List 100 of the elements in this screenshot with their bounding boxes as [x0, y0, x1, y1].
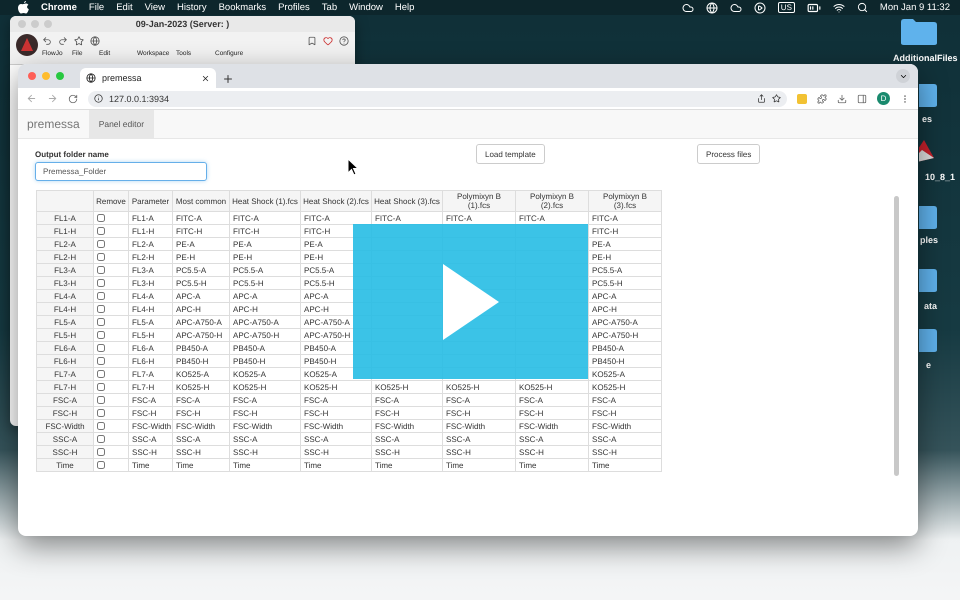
table-cell[interactable]: FSC-Width [372, 420, 442, 432]
remove-checkbox[interactable] [97, 422, 105, 430]
cloud-icon[interactable] [682, 2, 694, 14]
table-cell[interactable]: FITC-H [588, 224, 662, 238]
table-cell[interactable]: PC5.5-A [588, 264, 662, 276]
table-cell[interactable]: FSC-H [516, 406, 588, 420]
remove-checkbox[interactable] [97, 357, 105, 365]
table-cell[interactable]: Time [588, 458, 662, 472]
play-icon[interactable] [754, 2, 766, 14]
table-cell[interactable]: FSC-H [372, 406, 442, 420]
menu-item[interactable]: File [88, 2, 104, 13]
table-cell[interactable]: PE-H [588, 250, 662, 264]
table-cell[interactable]: KO525-A [172, 368, 230, 380]
table-cell[interactable]: FSC-Width [442, 420, 516, 432]
input-source-badge[interactable]: US [778, 2, 795, 13]
table-cell[interactable]: SSC-A [516, 432, 588, 446]
help-icon[interactable] [339, 36, 349, 46]
globe-icon[interactable] [90, 36, 100, 46]
table-cell[interactable]: FSC-Width [516, 420, 588, 432]
table-cell[interactable]: PB450-A [230, 342, 300, 354]
search-icon[interactable] [856, 2, 868, 13]
remove-checkbox[interactable] [97, 279, 105, 287]
table-cell[interactable]: KO525-H [516, 380, 588, 394]
table-cell[interactable]: PC5.5-H [172, 276, 230, 290]
menu-item[interactable]: Profiles [278, 2, 310, 13]
folder-icon[interactable] [900, 18, 938, 46]
table-cell[interactable]: PE-H [230, 250, 300, 264]
remove-checkbox[interactable] [97, 331, 105, 339]
folder-name-field[interactable]: Premessa_Folder [35, 162, 207, 181]
table-cell[interactable]: FSC-A [172, 394, 230, 406]
clock[interactable]: Mon Jan 9 11:32 [880, 2, 950, 13]
undo-icon[interactable] [42, 36, 52, 46]
table-cell[interactable]: KO525-H [442, 380, 516, 394]
table-cell[interactable]: FSC-Width [230, 420, 300, 432]
menu-item[interactable]: Help [394, 2, 414, 13]
table-cell[interactable]: KO525-H [172, 380, 230, 394]
profile-avatar[interactable]: D [877, 92, 890, 105]
table-cell[interactable]: SSC-A [172, 432, 230, 446]
remove-checkbox[interactable] [97, 227, 105, 235]
table-cell[interactable]: PC5.5-A [172, 264, 230, 276]
menu-item[interactable]: Window [349, 2, 383, 13]
table-cell[interactable]: Time [230, 458, 300, 472]
cloud-icon[interactable] [730, 2, 742, 14]
table-cell[interactable]: FSC-H [588, 406, 662, 420]
remove-checkbox[interactable] [97, 253, 105, 261]
star-icon[interactable] [74, 36, 84, 46]
table-cell[interactable]: FITC-A [230, 212, 300, 224]
table-cell[interactable]: SSC-H [172, 446, 230, 458]
table-cell[interactable]: APC-A750-A [172, 316, 230, 328]
table-cell[interactable]: APC-A750-A [230, 316, 300, 328]
share-icon[interactable] [757, 94, 766, 103]
side-panel-icon[interactable] [857, 94, 867, 104]
table-cell[interactable]: Time [172, 458, 230, 472]
browser-tab[interactable]: premessa [80, 68, 216, 88]
menu-item[interactable]: View [144, 2, 166, 13]
table-cell[interactable]: PC5.5-H [588, 276, 662, 290]
table-cell[interactable]: Time [442, 458, 516, 472]
menu-item[interactable]: Bookmarks [218, 2, 266, 13]
table-cell[interactable]: SSC-A [230, 432, 300, 446]
table-cell[interactable]: FSC-H [300, 406, 372, 420]
table-cell[interactable]: PB450-H [588, 354, 662, 368]
close-icon[interactable] [201, 74, 210, 82]
remove-checkbox[interactable] [97, 318, 105, 326]
table-cell[interactable]: Time [300, 458, 372, 472]
remove-checkbox[interactable] [97, 448, 105, 456]
table-cell[interactable]: FSC-A [230, 394, 300, 406]
table-cell[interactable]: PB450-A [172, 342, 230, 354]
remove-checkbox[interactable] [97, 292, 105, 300]
table-cell[interactable]: SSC-A [588, 432, 662, 446]
remove-checkbox[interactable] [97, 214, 105, 222]
table-cell[interactable]: FSC-H [442, 406, 516, 420]
tab-search-button[interactable] [896, 69, 910, 83]
reload-icon[interactable] [68, 94, 78, 104]
table-cell[interactable]: PC5.5-H [230, 276, 300, 290]
table-cell[interactable]: KO525-H [588, 380, 662, 394]
table-cell[interactable]: FSC-A [588, 394, 662, 406]
remove-checkbox[interactable] [97, 396, 105, 404]
table-cell[interactable]: SSC-H [442, 446, 516, 458]
menu-item[interactable]: Edit [116, 2, 133, 13]
download-icon[interactable] [837, 94, 847, 104]
remove-checkbox[interactable] [97, 383, 105, 391]
table-cell[interactable]: APC-A [230, 290, 300, 302]
table-cell[interactable]: SSC-A [300, 432, 372, 446]
table-cell[interactable]: FITC-H [172, 224, 230, 238]
table-cell[interactable]: APC-A [588, 290, 662, 302]
remove-checkbox[interactable] [97, 370, 105, 378]
table-cell[interactable]: PB450-H [172, 354, 230, 368]
table-cell[interactable]: PB450-H [230, 354, 300, 368]
wifi-icon[interactable] [832, 2, 845, 14]
table-cell[interactable]: FITC-A [588, 212, 662, 224]
table-cell[interactable]: FSC-A [516, 394, 588, 406]
table-cell[interactable]: Time [372, 458, 442, 472]
logo-icon[interactable] [16, 34, 38, 56]
table-cell[interactable]: Time [516, 458, 588, 472]
menu-item[interactable]: History [177, 2, 207, 13]
table-cell[interactable]: APC-H [230, 302, 300, 316]
table-cell[interactable]: SSC-A [372, 432, 442, 446]
table-cell[interactable]: APC-H [588, 302, 662, 316]
table-cell[interactable]: PB450-A [588, 342, 662, 354]
remove-checkbox[interactable] [97, 409, 105, 417]
